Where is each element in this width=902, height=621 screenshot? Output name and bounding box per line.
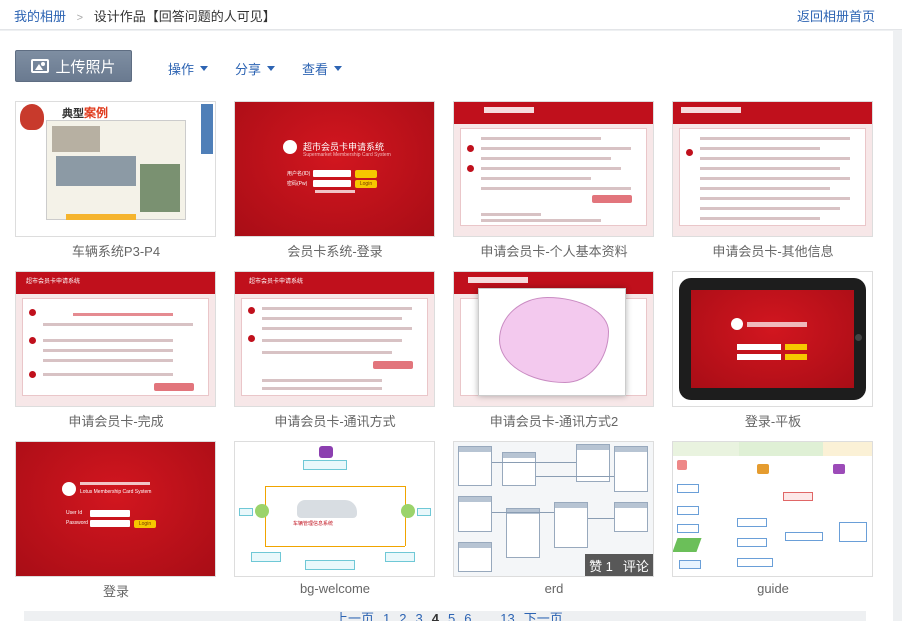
pager-next-link[interactable]: 下一页 xyxy=(524,611,563,621)
photo-thumb-erd[interactable]: 赞 1 评论 xyxy=(453,441,654,577)
brand-logo-icon xyxy=(62,482,76,496)
login-remember xyxy=(315,190,355,193)
back-to-albums-link[interactable]: 返回相册首页 xyxy=(797,6,875,25)
login-user-field xyxy=(313,170,351,177)
menu-share[interactable]: 分享 xyxy=(235,59,276,78)
apply-title: 超市会员卡申请系统 xyxy=(26,279,81,285)
china-map-shape xyxy=(499,297,609,383)
login-pass-field xyxy=(313,180,351,187)
car-system-artwork: 典型案例 xyxy=(16,102,215,236)
chevron-down-icon xyxy=(267,66,276,71)
photo-caption[interactable]: 申请会员卡-个人基本资料 xyxy=(444,241,664,260)
breadcrumb-home-link[interactable]: 我的相册 xyxy=(14,9,66,24)
image-upload-icon xyxy=(31,59,50,73)
comment-button[interactable]: 评论 xyxy=(623,556,649,575)
photo-thumb-apply-contact-map[interactable] xyxy=(453,271,654,407)
photo-caption[interactable]: 申请会员卡-通讯方式 xyxy=(225,411,445,430)
welcome-label: 车辆管理信息系统 xyxy=(293,521,334,527)
photo-caption[interactable]: bg-welcome xyxy=(225,581,445,596)
album-title: 设计作品【回答问题的人可见】 xyxy=(93,9,276,24)
guide-artwork xyxy=(673,442,872,576)
menu-share-label: 分享 xyxy=(235,62,262,77)
pager-page-1[interactable]: 1 xyxy=(383,611,390,621)
lotus-login-button: Login xyxy=(134,520,156,528)
lotus-user-field xyxy=(90,510,130,517)
menu-operate-label: 操作 xyxy=(168,62,195,77)
apply-contact-map-artwork xyxy=(454,272,653,406)
photo-thumb-apply-done[interactable]: 超市会员卡申请系统 xyxy=(15,271,216,407)
upload-photo-label: 上传照片 xyxy=(55,58,116,76)
photo-caption[interactable]: erd xyxy=(444,581,664,596)
lotus-pass-field xyxy=(90,520,130,527)
lotus-login-artwork: Lotus Membership Card System User Id Pas… xyxy=(16,442,215,576)
apply-other-artwork xyxy=(673,102,872,236)
photo-thumb-apply-contact[interactable]: 超市会员卡申请系统 xyxy=(234,271,435,407)
apply-title: 超市会员卡申请系统 xyxy=(249,279,304,285)
photo-caption[interactable]: 车辆系统P3-P4 xyxy=(6,241,226,260)
photo-caption[interactable]: 会员卡系统-登录 xyxy=(225,241,445,260)
pagination: 上一页 1 2 3 4 5 6 ... 13 下一页 xyxy=(335,611,563,621)
car-title-accent: 案例 xyxy=(84,106,109,120)
photo-thumb-tablet-login[interactable] xyxy=(672,271,873,407)
login-hint xyxy=(355,170,377,178)
photo-thumb-apply-other[interactable] xyxy=(672,101,873,237)
menu-view-label: 查看 xyxy=(302,62,329,77)
photo-thumb-bg-welcome[interactable]: 车辆管理信息系统 xyxy=(234,441,435,577)
like-button[interactable]: 赞 1 xyxy=(589,556,613,575)
tablet-login-artwork xyxy=(673,272,872,406)
lotus-title-blurred xyxy=(80,482,150,485)
photo-caption[interactable]: 申请会员卡-通讯方式2 xyxy=(444,411,664,430)
chevron-down-icon xyxy=(334,66,343,71)
upload-photo-button[interactable]: 上传照片 xyxy=(15,50,132,82)
pager-page-3[interactable]: 3 xyxy=(415,611,422,621)
pager-prev-link[interactable]: 上一页 xyxy=(335,611,374,621)
apply-done-artwork: 超市会员卡申请系统 xyxy=(16,272,215,406)
car-title: 典型 xyxy=(62,108,84,120)
photo-action-overlay: 赞 1 评论 xyxy=(585,554,653,576)
photo-thumb-apply-basic[interactable] xyxy=(453,101,654,237)
breadcrumb-separator: > xyxy=(76,12,84,24)
apply-contact-artwork: 超市会员卡申请系统 xyxy=(235,272,434,406)
login-pass-label: 密码(Pw) xyxy=(287,181,308,187)
login-user-label: 用户名(ID) xyxy=(287,171,311,177)
menu-operate[interactable]: 操作 xyxy=(168,59,209,78)
pager-page-6[interactable]: 6 xyxy=(464,611,471,621)
bg-welcome-artwork: 车辆管理信息系统 xyxy=(235,442,434,576)
top-bar: 我的相册 > 设计作品【回答问题的人可见】 返回相册首页 xyxy=(0,0,902,30)
photo-thumb-guide[interactable] xyxy=(672,441,873,577)
page-scrollbar[interactable] xyxy=(893,31,902,621)
photo-caption[interactable]: 申请会员卡-完成 xyxy=(6,411,226,430)
lotus-pass-label: Password xyxy=(66,520,88,526)
brand-logo-icon xyxy=(283,140,297,154)
photo-caption[interactable]: guide xyxy=(663,581,883,596)
pager-page-2[interactable]: 2 xyxy=(399,611,406,621)
photo-thumb-login[interactable]: Lotus Membership Card System User Id Pas… xyxy=(15,441,216,577)
photo-thumb-member-login[interactable]: 超市会员卡申请系统 Supermarket Membership Card Sy… xyxy=(234,101,435,237)
member-login-artwork: 超市会员卡申请系统 Supermarket Membership Card Sy… xyxy=(235,102,434,236)
photo-caption[interactable]: 登录-平板 xyxy=(663,411,883,430)
pager-page-5[interactable]: 5 xyxy=(448,611,455,621)
lotus-user-label: User Id xyxy=(66,510,83,516)
breadcrumb: 我的相册 > 设计作品【回答问题的人可见】 xyxy=(14,6,276,25)
lotus-title: Lotus Membership Card System xyxy=(80,489,152,495)
menu-view[interactable]: 查看 xyxy=(302,59,343,78)
apply-basic-artwork xyxy=(454,102,653,236)
chevron-down-icon xyxy=(200,66,209,71)
login-subtitle: Supermarket Membership Card System xyxy=(303,152,391,158)
pager-ellipsis: ... xyxy=(480,611,492,621)
photo-thumb-car-system[interactable]: 典型案例 xyxy=(15,101,216,237)
login-button: Login xyxy=(355,180,377,188)
photo-caption[interactable]: 申请会员卡-其他信息 xyxy=(663,241,883,260)
pager-page-13[interactable]: 13 xyxy=(500,611,514,621)
pager-page-current: 4 xyxy=(431,611,439,621)
photo-caption[interactable]: 登录 xyxy=(6,581,226,600)
